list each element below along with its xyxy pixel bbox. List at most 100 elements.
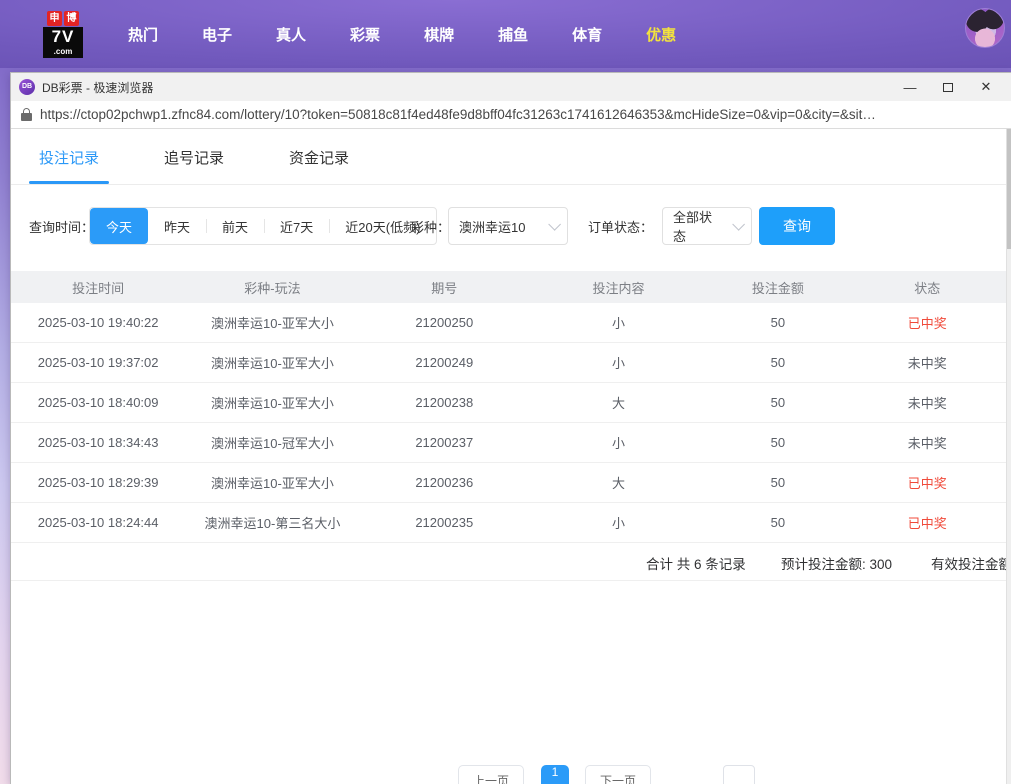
cell-amount: 50 [708, 515, 847, 530]
cell-game: 澳洲幸运10-亚军大小 [185, 393, 359, 412]
prev-page-button[interactable]: 上一页 [458, 765, 524, 784]
cell-status: 未中奖 [848, 353, 1007, 372]
window-titlebar[interactable]: DB DB彩票 - 极速浏览器 — ✕ [11, 73, 1011, 101]
cell-status: 未中奖 [848, 433, 1007, 452]
chevron-down-icon [732, 218, 745, 231]
cell-game: 澳洲幸运10-第三名大小 [185, 513, 359, 532]
cell-content: 大 [529, 473, 708, 492]
window-title: DB彩票 - 极速浏览器 [42, 79, 895, 96]
lottery-type-select[interactable]: 澳洲幸运10 [448, 207, 568, 245]
col-header-game: 彩种-玩法 [185, 278, 359, 297]
time-option-yesterday[interactable]: 昨天 [148, 208, 206, 244]
cell-status: 未中奖 [848, 393, 1007, 412]
main-nav-items: 热门 电子 真人 彩票 棋牌 捕鱼 体育 优惠 [106, 14, 698, 55]
current-page-button[interactable]: 1 [541, 765, 569, 784]
table-row: 2025-03-10 19:40:22 澳洲幸运10-亚军大小 21200250… [11, 303, 1007, 343]
summary-expected-amount: 预计投注金额: 300 [781, 553, 892, 573]
nav-item-chess[interactable]: 棋牌 [402, 14, 476, 55]
cell-amount: 50 [708, 395, 847, 410]
nav-item-sports[interactable]: 体育 [550, 14, 624, 55]
time-range-group: 今天 昨天 前天 近7天 近20天(低频) [89, 207, 437, 245]
order-status-select[interactable]: 全部状态 [662, 207, 752, 245]
lock-icon [21, 108, 32, 121]
col-header-content: 投注内容 [529, 278, 708, 297]
chevron-down-icon [548, 218, 561, 231]
filter-bar: 查询时间： 今天 昨天 前天 近7天 近20天(低频) 彩种： 澳洲幸运10 订… [11, 206, 1011, 246]
record-tabs: 投注记录 追号记录 资金记录 [11, 129, 1011, 185]
cell-game: 澳洲幸运10-亚军大小 [185, 473, 359, 492]
cell-issue: 21200249 [360, 355, 529, 370]
cell-status: 已中奖 [848, 513, 1007, 532]
table-header-row: 投注时间 彩种-玩法 期号 投注内容 投注金额 状态 [11, 271, 1007, 303]
maximize-icon [943, 83, 953, 92]
user-avatar[interactable] [965, 8, 1005, 48]
logo-badges: 申 博 [47, 11, 79, 26]
cell-game: 澳洲幸运10-亚军大小 [185, 313, 359, 332]
browser-window: DB DB彩票 - 极速浏览器 — ✕ https://ctop02pchwp1… [10, 72, 1011, 784]
url-bar[interactable]: https://ctop02pchwp1.zfnc84.com/lottery/… [11, 101, 1011, 129]
nav-item-hot[interactable]: 热门 [106, 14, 180, 55]
cell-content: 小 [529, 353, 708, 372]
cell-status: 已中奖 [848, 473, 1007, 492]
query-time-label: 查询时间： [29, 217, 94, 236]
time-option-7days[interactable]: 近7天 [264, 208, 329, 244]
pagination: 上一页 1 下一页 [11, 765, 1011, 784]
cell-time: 2025-03-10 19:37:02 [11, 355, 185, 370]
table-row: 2025-03-10 18:34:43 澳洲幸运10-冠军大小 21200237… [11, 423, 1007, 463]
next-page-button[interactable]: 下一页 [585, 765, 651, 784]
tab-bet-records[interactable]: 投注记录 [29, 147, 109, 184]
table-row: 2025-03-10 18:40:09 澳洲幸运10-亚军大小 21200238… [11, 383, 1007, 423]
col-header-status: 状态 [848, 278, 1007, 297]
nav-item-lottery[interactable]: 彩票 [328, 14, 402, 55]
cell-amount: 50 [708, 435, 847, 450]
page-jump-input[interactable] [723, 765, 755, 784]
app-icon: DB [19, 79, 35, 95]
logo-suffix-text: .com [43, 47, 83, 58]
logo-main-text: 7V [43, 27, 83, 47]
cell-time: 2025-03-10 18:34:43 [11, 435, 185, 450]
cell-issue: 21200238 [360, 395, 529, 410]
top-nav-bar: 申 博 7V .com 热门 电子 真人 彩票 棋牌 捕鱼 体育 优惠 [0, 0, 1011, 68]
site-logo[interactable]: 申 博 7V .com [38, 11, 88, 58]
summary-valid-amount: 有效投注金额 [931, 553, 1011, 573]
logo-badge-shen: 申 [47, 11, 62, 26]
cell-content: 小 [529, 313, 708, 332]
cell-content: 大 [529, 393, 708, 412]
logo-badge-bo: 博 [64, 11, 79, 26]
minimize-button[interactable]: — [895, 76, 925, 98]
cell-issue: 21200235 [360, 515, 529, 530]
time-option-today[interactable]: 今天 [90, 208, 148, 244]
cell-time: 2025-03-10 18:24:44 [11, 515, 185, 530]
cell-amount: 50 [708, 315, 847, 330]
table-row: 2025-03-10 18:29:39 澳洲幸运10-亚军大小 21200236… [11, 463, 1007, 503]
summary-total-count: 合计 共 6 条记录 [646, 553, 746, 573]
col-header-issue: 期号 [360, 278, 529, 297]
url-text[interactable]: https://ctop02pchwp1.zfnc84.com/lottery/… [40, 107, 876, 122]
time-option-day-before[interactable]: 前天 [206, 208, 264, 244]
order-status-label: 订单状态： [588, 217, 653, 236]
nav-item-fishing[interactable]: 捕鱼 [476, 14, 550, 55]
col-header-amount: 投注金额 [708, 278, 847, 297]
tab-fund-records[interactable]: 资金记录 [279, 147, 359, 184]
bet-records-table: 投注时间 彩种-玩法 期号 投注内容 投注金额 状态 2025-03-10 19… [11, 271, 1007, 581]
maximize-button[interactable] [933, 76, 963, 98]
cell-issue: 21200250 [360, 315, 529, 330]
close-button[interactable]: ✕ [971, 76, 1001, 98]
nav-item-slots[interactable]: 电子 [180, 14, 254, 55]
cell-content: 小 [529, 513, 708, 532]
cell-issue: 21200236 [360, 475, 529, 490]
table-summary-row: 合计 共 6 条记录 预计投注金额: 300 有效投注金额 [11, 543, 1007, 581]
query-button[interactable]: 查询 [759, 207, 835, 245]
window-controls: — ✕ [895, 76, 1001, 98]
cell-issue: 21200237 [360, 435, 529, 450]
order-status-value: 全部状态 [673, 207, 724, 245]
cell-time: 2025-03-10 18:29:39 [11, 475, 185, 490]
lottery-type-label: 彩种： [411, 217, 450, 236]
nav-item-live[interactable]: 真人 [254, 14, 328, 55]
tab-chase-records[interactable]: 追号记录 [154, 147, 234, 184]
nav-item-promo[interactable]: 优惠 [624, 14, 698, 55]
scrollbar-thumb[interactable] [1007, 129, 1011, 249]
cell-time: 2025-03-10 19:40:22 [11, 315, 185, 330]
scrollbar-track[interactable] [1006, 129, 1011, 784]
cell-amount: 50 [708, 355, 847, 370]
